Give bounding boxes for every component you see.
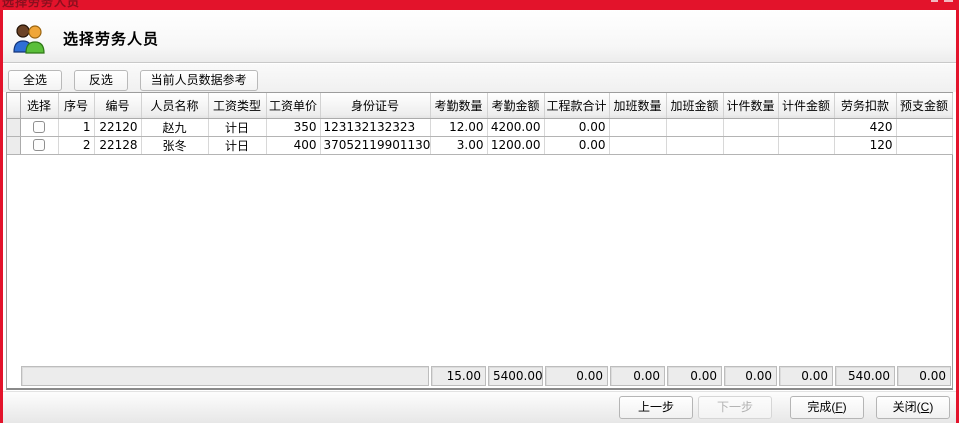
cell-name: 赵九 [141, 118, 208, 136]
total-overtime-amount: 0.00 [667, 366, 722, 386]
cell-attendance-qty: 3.00 [430, 136, 487, 154]
row-indicator[interactable] [7, 118, 20, 136]
cell-piece-amount [778, 118, 834, 136]
col-header-overtime-amount[interactable]: 加班金额 [666, 93, 723, 118]
two-users-icon [12, 22, 46, 54]
col-header-name[interactable]: 人员名称 [141, 93, 208, 118]
col-header-attendance-amount[interactable]: 考勤金额 [487, 93, 544, 118]
table-row[interactable]: 2 22128 张冬 计日 400 370521199011304019 3.0… [7, 136, 952, 154]
col-header-id-number[interactable]: 身份证号 [320, 93, 430, 118]
cell-code: 22128 [94, 136, 141, 154]
footer-bar: 上一步 下一步 完成(F) 关闭(C) [3, 391, 956, 423]
table-header-row: 选择 序号 编号 人员名称 工资类型 工资单价 身份证号 考勤数量 考勤金额 工… [7, 93, 952, 118]
cell-id-number: 123132132323 [320, 118, 430, 136]
next-step-button: 下一步 [698, 396, 772, 419]
window-titlebar: 选择劳务人员 [0, 0, 959, 10]
grid-empty-area [7, 155, 952, 365]
row-indicator-header [7, 93, 20, 118]
col-header-attendance-qty[interactable]: 考勤数量 [430, 93, 487, 118]
total-advance-amount: 0.00 [897, 366, 951, 386]
cell-unit-price: 400 [266, 136, 320, 154]
cell-attendance-qty: 12.00 [430, 118, 487, 136]
col-header-overtime-qty[interactable]: 加班数量 [609, 93, 666, 118]
totals-spacer-field [21, 366, 429, 386]
cell-advance-amount [896, 118, 952, 136]
toolbar: 全选 反选 当前人员数据参考 [3, 64, 956, 92]
col-header-project-total[interactable]: 工程款合计 [544, 93, 609, 118]
cell-piece-qty [723, 136, 778, 154]
col-header-piece-amount[interactable]: 计件金额 [778, 93, 834, 118]
current-personnel-data-reference-button[interactable]: 当前人员数据参考 [140, 70, 258, 91]
cell-unit-price: 350 [266, 118, 320, 136]
cell-seq: 1 [58, 118, 94, 136]
cell-advance-amount [896, 136, 952, 154]
col-header-unit-price[interactable]: 工资单价 [266, 93, 320, 118]
invert-selection-button[interactable]: 反选 [74, 70, 128, 91]
col-header-code[interactable]: 编号 [94, 93, 141, 118]
table-row[interactable]: 1 22120 赵九 计日 350 123132132323 12.00 420… [7, 118, 952, 136]
cell-name: 张冬 [141, 136, 208, 154]
cell-attendance-amount: 1200.00 [487, 136, 544, 154]
page-title: 选择劳务人员 [63, 28, 159, 49]
col-header-labor-deduction[interactable]: 劳务扣款 [834, 93, 896, 118]
previous-step-button[interactable]: 上一步 [619, 396, 693, 419]
window-control-fragment-icon[interactable] [931, 0, 938, 2]
total-overtime-qty: 0.00 [610, 366, 665, 386]
cell-labor-deduction: 420 [834, 118, 896, 136]
total-piece-amount: 0.00 [779, 366, 833, 386]
cell-code: 22120 [94, 118, 141, 136]
personnel-table: 选择 序号 编号 人员名称 工资类型 工资单价 身份证号 考勤数量 考勤金额 工… [6, 92, 953, 390]
total-attendance-qty: 15.00 [431, 366, 486, 386]
window-border-left [0, 10, 3, 423]
cell-id-number: 370521199011304019 [320, 136, 430, 154]
dialog-header: 选择劳务人员 [3, 10, 956, 63]
col-header-select[interactable]: 选择 [20, 93, 58, 118]
cell-piece-qty [723, 118, 778, 136]
row-indicator[interactable] [7, 136, 20, 154]
total-labor-deduction: 540.00 [835, 366, 895, 386]
cell-project-total: 0.00 [544, 136, 609, 154]
select-all-button[interactable]: 全选 [8, 70, 62, 91]
close-button[interactable]: 关闭(C) [876, 396, 950, 419]
cell-project-total: 0.00 [544, 118, 609, 136]
total-project-total: 0.00 [545, 366, 608, 386]
cell-labor-deduction: 120 [834, 136, 896, 154]
row-checkbox[interactable] [33, 121, 45, 133]
col-header-advance-amount[interactable]: 预支金额 [896, 93, 952, 118]
cell-piece-amount [778, 136, 834, 154]
cell-overtime-amount [666, 118, 723, 136]
cell-wage-type: 计日 [208, 136, 266, 154]
cell-overtime-qty [609, 136, 666, 154]
total-attendance-amount: 5400.00 [488, 366, 543, 386]
titlebar-text-fragment: 选择劳务人员 [2, 0, 80, 10]
col-header-wage-type[interactable]: 工资类型 [208, 93, 266, 118]
cell-attendance-amount: 4200.00 [487, 118, 544, 136]
cell-overtime-amount [666, 136, 723, 154]
row-checkbox[interactable] [33, 139, 45, 151]
col-header-piece-qty[interactable]: 计件数量 [723, 93, 778, 118]
cell-seq: 2 [58, 136, 94, 154]
cell-wage-type: 计日 [208, 118, 266, 136]
finish-button[interactable]: 完成(F) [790, 396, 864, 419]
col-header-seq[interactable]: 序号 [58, 93, 94, 118]
cell-overtime-qty [609, 118, 666, 136]
total-piece-qty: 0.00 [724, 366, 777, 386]
totals-row: 15.00 5400.00 0.00 0.00 0.00 0.00 0.00 5… [7, 364, 952, 387]
window-control-fragment-icon[interactable] [944, 0, 953, 2]
